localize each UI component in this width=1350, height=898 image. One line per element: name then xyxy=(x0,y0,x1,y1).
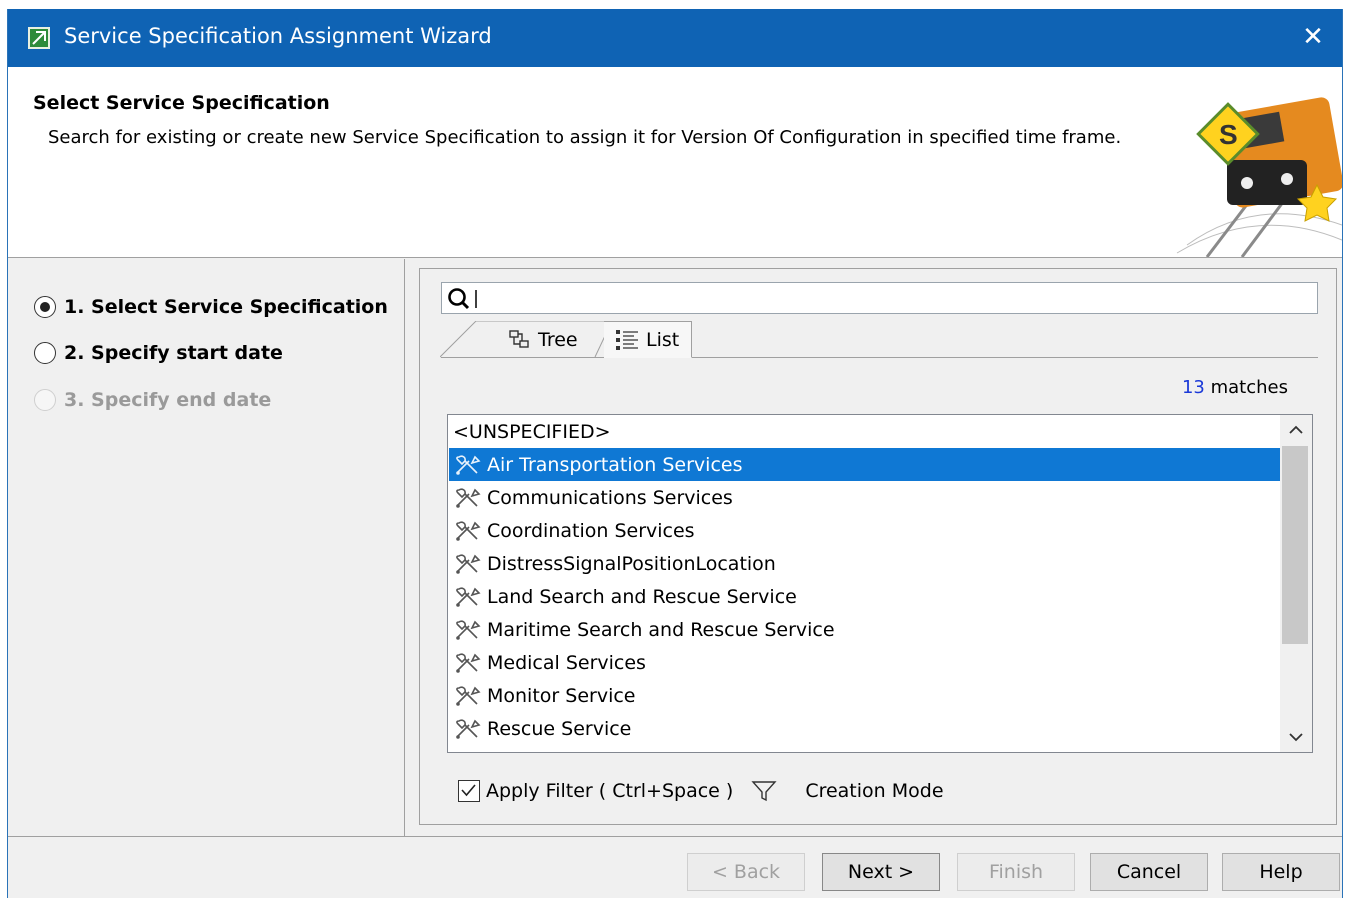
tree-view-icon xyxy=(509,329,529,348)
list-item-label: Coordination Services xyxy=(487,519,695,542)
list-item-label: DistressSignalPositionLocation xyxy=(487,552,776,575)
service-specification-icon xyxy=(456,619,481,640)
list-item[interactable]: Monitor Service xyxy=(449,679,1280,712)
list-item-label: Monitor Service xyxy=(487,684,636,707)
search-field[interactable] xyxy=(441,282,1318,314)
list-item[interactable]: DistressSignalPositionLocation xyxy=(449,547,1280,580)
service-specification-icon xyxy=(456,718,481,739)
step-2-label: 2. Specify start date xyxy=(64,342,283,364)
list-scrollbar[interactable] xyxy=(1280,415,1312,752)
filter-row: Apply Filter ( Ctrl+Space ) Creation Mod… xyxy=(458,777,944,805)
step-3-label: 3. Specify end date xyxy=(64,389,272,411)
filter-funnel-icon[interactable] xyxy=(751,779,777,803)
cancel-button[interactable]: Cancel xyxy=(1090,853,1208,891)
apply-filter-checkbox[interactable] xyxy=(458,780,480,802)
close-button[interactable]: ✕ xyxy=(1284,9,1342,67)
scroll-thumb[interactable] xyxy=(1282,446,1308,644)
matches-count: 13 matches xyxy=(1182,377,1288,398)
title-bar[interactable]: Service Specification Assignment Wizard … xyxy=(8,9,1342,67)
service-specification-icon xyxy=(456,685,481,706)
wizard-window: Service Specification Assignment Wizard … xyxy=(7,9,1343,898)
list-item[interactable]: Coordination Services xyxy=(449,514,1280,547)
wizard-illustration-icon: S xyxy=(1167,75,1342,257)
matches-label: matches xyxy=(1210,377,1288,398)
list-item[interactable]: <UNSPECIFIED> xyxy=(449,415,1280,448)
close-icon: ✕ xyxy=(1302,22,1324,52)
list-item-label: Medical Services xyxy=(487,651,646,674)
service-specification-icon xyxy=(456,652,481,673)
tab-tree-label: Tree xyxy=(538,328,578,351)
back-button[interactable]: < Back xyxy=(687,853,805,891)
search-input[interactable] xyxy=(482,285,1302,311)
apply-filter-label[interactable]: Apply Filter ( Ctrl+Space ) xyxy=(486,780,733,802)
list-item[interactable]: Rescue Service xyxy=(449,712,1280,745)
svg-text:S: S xyxy=(1219,119,1238,150)
list-item-label: Maritime Search and Rescue Service xyxy=(487,618,835,641)
finish-button[interactable]: Finish xyxy=(957,853,1075,891)
page-title: Select Service Specification xyxy=(33,92,330,114)
step-2-radio[interactable] xyxy=(34,342,56,364)
list-item[interactable]: Air Transportation Services xyxy=(449,448,1280,481)
tab-list-label: List xyxy=(646,328,680,351)
chevron-up-icon xyxy=(1289,425,1303,434)
list-item[interactable]: Medical Services xyxy=(449,646,1280,679)
step-3-radio xyxy=(34,389,56,411)
service-specification-icon xyxy=(456,487,481,508)
step-1-radio[interactable] xyxy=(34,296,56,318)
tab-tree[interactable]: Tree xyxy=(462,321,612,358)
next-button[interactable]: Next > xyxy=(822,853,940,891)
selection-panel: Tree List 13 matches <UNSPECIFIED> Air Tr… xyxy=(419,268,1337,825)
search-icon xyxy=(448,288,477,310)
chevron-down-icon xyxy=(1289,733,1303,742)
scroll-up-button[interactable] xyxy=(1280,415,1312,445)
service-specification-list[interactable]: <UNSPECIFIED> Air Transportation Services… xyxy=(447,414,1313,753)
list-item[interactable]: Communications Services xyxy=(449,481,1280,514)
list-item-label: Air Transportation Services xyxy=(487,453,743,476)
step-select-service-specification[interactable]: 1. Select Service Specification xyxy=(34,293,388,321)
page-description: Search for existing or create new Servic… xyxy=(48,127,1122,148)
list-item-label: Land Search and Rescue Service xyxy=(487,585,797,608)
matches-number: 13 xyxy=(1181,377,1205,398)
app-icon xyxy=(28,27,50,49)
service-specification-icon xyxy=(456,520,481,541)
list-view-icon xyxy=(616,329,638,350)
list-item[interactable]: Land Search and Rescue Service xyxy=(449,580,1280,613)
step-1-label: 1. Select Service Specification xyxy=(64,296,388,318)
window-title: Service Specification Assignment Wizard xyxy=(64,24,492,48)
step-specify-end-date: 3. Specify end date xyxy=(34,386,271,414)
creation-mode-label[interactable]: Creation Mode xyxy=(805,780,943,802)
help-button[interactable]: Help xyxy=(1222,853,1340,891)
service-specification-icon xyxy=(456,586,481,607)
service-specification-icon xyxy=(456,553,481,574)
list-item-label: Communications Services xyxy=(487,486,733,509)
list-item[interactable]: Maritime Search and Rescue Service xyxy=(449,613,1280,646)
tab-list[interactable]: List xyxy=(604,321,692,358)
list-item-label: <UNSPECIFIED> xyxy=(453,420,611,443)
header-banner: Select Service Specification Search for … xyxy=(8,67,1342,258)
list-item-label: Rescue Service xyxy=(487,717,632,740)
step-specify-start-date[interactable]: 2. Specify start date xyxy=(34,339,283,367)
checkmark-icon xyxy=(461,784,476,797)
button-bar: < Back Next > Finish Cancel Help xyxy=(8,836,1342,898)
scroll-down-button[interactable] xyxy=(1280,722,1312,752)
wizard-steps-panel: 1. Select Service Specification 2. Speci… xyxy=(8,259,405,836)
service-specification-icon xyxy=(456,454,481,475)
